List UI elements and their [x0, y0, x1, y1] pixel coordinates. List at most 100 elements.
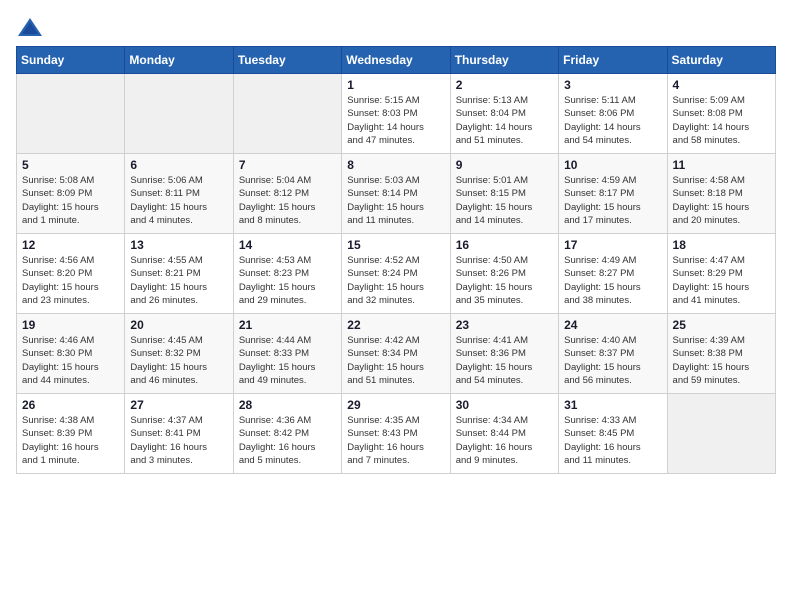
day-number: 29	[347, 398, 444, 412]
day-info: Sunrise: 4:34 AM Sunset: 8:44 PM Dayligh…	[456, 414, 553, 467]
day-info: Sunrise: 4:59 AM Sunset: 8:17 PM Dayligh…	[564, 174, 661, 227]
calendar-cell: 28 Sunrise: 4:36 AM Sunset: 8:42 PM Dayli…	[233, 394, 341, 474]
day-number: 14	[239, 238, 336, 252]
calendar-cell: 3 Sunrise: 5:11 AM Sunset: 8:06 PM Daylig…	[559, 74, 667, 154]
calendar-week-3: 12Sunrise: 4:56 AM Sunset: 8:20 PM Dayli…	[17, 234, 776, 314]
calendar-cell: 4 Sunrise: 5:09 AM Sunset: 8:08 PM Daylig…	[667, 74, 775, 154]
day-header-tuesday: Tuesday	[233, 47, 341, 74]
day-number: 20	[130, 318, 227, 332]
calendar-cell: 6Sunrise: 5:06 AM Sunset: 8:11 PM Daylig…	[125, 154, 233, 234]
calendar-cell: 10 Sunrise: 4:59 AM Sunset: 8:17 PM Dayli…	[559, 154, 667, 234]
calendar-cell: 30 Sunrise: 4:34 AM Sunset: 8:44 PM Dayli…	[450, 394, 558, 474]
day-number: 3	[564, 78, 661, 92]
calendar-cell	[667, 394, 775, 474]
day-number: 13	[130, 238, 227, 252]
day-info: Sunrise: 5:15 AM Sunset: 8:03 PM Dayligh…	[347, 94, 444, 147]
calendar-cell: 13 Sunrise: 4:55 AM Sunset: 8:21 PM Dayli…	[125, 234, 233, 314]
day-info: Sunrise: 5:01 AM Sunset: 8:15 PM Dayligh…	[456, 174, 553, 227]
calendar-table: SundayMondayTuesdayWednesdayThursdayFrid…	[16, 46, 776, 474]
calendar-cell: 7 Sunrise: 5:04 AM Sunset: 8:12 PM Daylig…	[233, 154, 341, 234]
day-info: Sunrise: 4:41 AM Sunset: 8:36 PM Dayligh…	[456, 334, 553, 387]
calendar-cell: 12Sunrise: 4:56 AM Sunset: 8:20 PM Dayli…	[17, 234, 125, 314]
calendar-body: 1Sunrise: 5:15 AM Sunset: 8:03 PM Daylig…	[17, 74, 776, 474]
calendar-cell: 21 Sunrise: 4:44 AM Sunset: 8:33 PM Dayli…	[233, 314, 341, 394]
day-number: 21	[239, 318, 336, 332]
calendar-cell: 16 Sunrise: 4:50 AM Sunset: 8:26 PM Dayli…	[450, 234, 558, 314]
day-number: 11	[673, 158, 770, 172]
day-number: 16	[456, 238, 553, 252]
calendar-cell: 31 Sunrise: 4:33 AM Sunset: 8:45 PM Dayli…	[559, 394, 667, 474]
day-info: Sunrise: 4:53 AM Sunset: 8:23 PM Dayligh…	[239, 254, 336, 307]
calendar-cell: 1Sunrise: 5:15 AM Sunset: 8:03 PM Daylig…	[342, 74, 450, 154]
day-info: Sunrise: 5:13 AM Sunset: 8:04 PM Dayligh…	[456, 94, 553, 147]
day-info: Sunrise: 4:35 AM Sunset: 8:43 PM Dayligh…	[347, 414, 444, 467]
calendar-cell: 11 Sunrise: 4:58 AM Sunset: 8:18 PM Dayli…	[667, 154, 775, 234]
day-header-wednesday: Wednesday	[342, 47, 450, 74]
day-number: 9	[456, 158, 553, 172]
calendar-cell: 23 Sunrise: 4:41 AM Sunset: 8:36 PM Dayli…	[450, 314, 558, 394]
calendar-cell	[233, 74, 341, 154]
day-number: 23	[456, 318, 553, 332]
page-header	[16, 16, 776, 38]
day-info: Sunrise: 5:09 AM Sunset: 8:08 PM Dayligh…	[673, 94, 770, 147]
calendar-cell: 26Sunrise: 4:38 AM Sunset: 8:39 PM Dayli…	[17, 394, 125, 474]
day-number: 25	[673, 318, 770, 332]
calendar-cell: 24 Sunrise: 4:40 AM Sunset: 8:37 PM Dayli…	[559, 314, 667, 394]
day-info: Sunrise: 4:58 AM Sunset: 8:18 PM Dayligh…	[673, 174, 770, 227]
day-number: 27	[130, 398, 227, 412]
calendar-cell: 22Sunrise: 4:42 AM Sunset: 8:34 PM Dayli…	[342, 314, 450, 394]
day-number: 30	[456, 398, 553, 412]
day-info: Sunrise: 5:03 AM Sunset: 8:14 PM Dayligh…	[347, 174, 444, 227]
logo	[16, 16, 48, 38]
calendar-week-2: 5 Sunrise: 5:08 AM Sunset: 8:09 PM Daylig…	[17, 154, 776, 234]
day-number: 10	[564, 158, 661, 172]
day-info: Sunrise: 5:11 AM Sunset: 8:06 PM Dayligh…	[564, 94, 661, 147]
day-info: Sunrise: 4:46 AM Sunset: 8:30 PM Dayligh…	[22, 334, 119, 387]
calendar-week-4: 19 Sunrise: 4:46 AM Sunset: 8:30 PM Dayli…	[17, 314, 776, 394]
day-info: Sunrise: 4:55 AM Sunset: 8:21 PM Dayligh…	[130, 254, 227, 307]
calendar-cell: 5 Sunrise: 5:08 AM Sunset: 8:09 PM Daylig…	[17, 154, 125, 234]
day-number: 5	[22, 158, 119, 172]
day-info: Sunrise: 4:33 AM Sunset: 8:45 PM Dayligh…	[564, 414, 661, 467]
day-number: 8	[347, 158, 444, 172]
calendar-cell: 17Sunrise: 4:49 AM Sunset: 8:27 PM Dayli…	[559, 234, 667, 314]
calendar-cell: 14 Sunrise: 4:53 AM Sunset: 8:23 PM Dayli…	[233, 234, 341, 314]
day-info: Sunrise: 4:44 AM Sunset: 8:33 PM Dayligh…	[239, 334, 336, 387]
day-header-friday: Friday	[559, 47, 667, 74]
day-info: Sunrise: 4:45 AM Sunset: 8:32 PM Dayligh…	[130, 334, 227, 387]
day-number: 4	[673, 78, 770, 92]
calendar-cell: 15Sunrise: 4:52 AM Sunset: 8:24 PM Dayli…	[342, 234, 450, 314]
calendar-cell: 27 Sunrise: 4:37 AM Sunset: 8:41 PM Dayli…	[125, 394, 233, 474]
day-number: 24	[564, 318, 661, 332]
calendar-cell: 2 Sunrise: 5:13 AM Sunset: 8:04 PM Daylig…	[450, 74, 558, 154]
day-number: 18	[673, 238, 770, 252]
day-header-thursday: Thursday	[450, 47, 558, 74]
day-info: Sunrise: 4:36 AM Sunset: 8:42 PM Dayligh…	[239, 414, 336, 467]
calendar-cell: 29 Sunrise: 4:35 AM Sunset: 8:43 PM Dayli…	[342, 394, 450, 474]
day-number: 17	[564, 238, 661, 252]
day-number: 15	[347, 238, 444, 252]
day-info: Sunrise: 4:39 AM Sunset: 8:38 PM Dayligh…	[673, 334, 770, 387]
calendar-cell	[17, 74, 125, 154]
day-number: 2	[456, 78, 553, 92]
calendar-cell	[125, 74, 233, 154]
day-number: 28	[239, 398, 336, 412]
day-number: 19	[22, 318, 119, 332]
day-info: Sunrise: 5:04 AM Sunset: 8:12 PM Dayligh…	[239, 174, 336, 227]
day-info: Sunrise: 4:50 AM Sunset: 8:26 PM Dayligh…	[456, 254, 553, 307]
calendar-cell: 20 Sunrise: 4:45 AM Sunset: 8:32 PM Dayli…	[125, 314, 233, 394]
day-number: 7	[239, 158, 336, 172]
logo-icon	[16, 16, 44, 38]
day-header-sunday: Sunday	[17, 47, 125, 74]
day-info: Sunrise: 5:08 AM Sunset: 8:09 PM Dayligh…	[22, 174, 119, 227]
day-info: Sunrise: 4:40 AM Sunset: 8:37 PM Dayligh…	[564, 334, 661, 387]
day-header-monday: Monday	[125, 47, 233, 74]
header-row: SundayMondayTuesdayWednesdayThursdayFrid…	[17, 47, 776, 74]
day-number: 6	[130, 158, 227, 172]
day-number: 31	[564, 398, 661, 412]
calendar-week-1: 1Sunrise: 5:15 AM Sunset: 8:03 PM Daylig…	[17, 74, 776, 154]
calendar-header: SundayMondayTuesdayWednesdayThursdayFrid…	[17, 47, 776, 74]
calendar-cell: 8 Sunrise: 5:03 AM Sunset: 8:14 PM Daylig…	[342, 154, 450, 234]
day-info: Sunrise: 4:42 AM Sunset: 8:34 PM Dayligh…	[347, 334, 444, 387]
day-info: Sunrise: 4:37 AM Sunset: 8:41 PM Dayligh…	[130, 414, 227, 467]
